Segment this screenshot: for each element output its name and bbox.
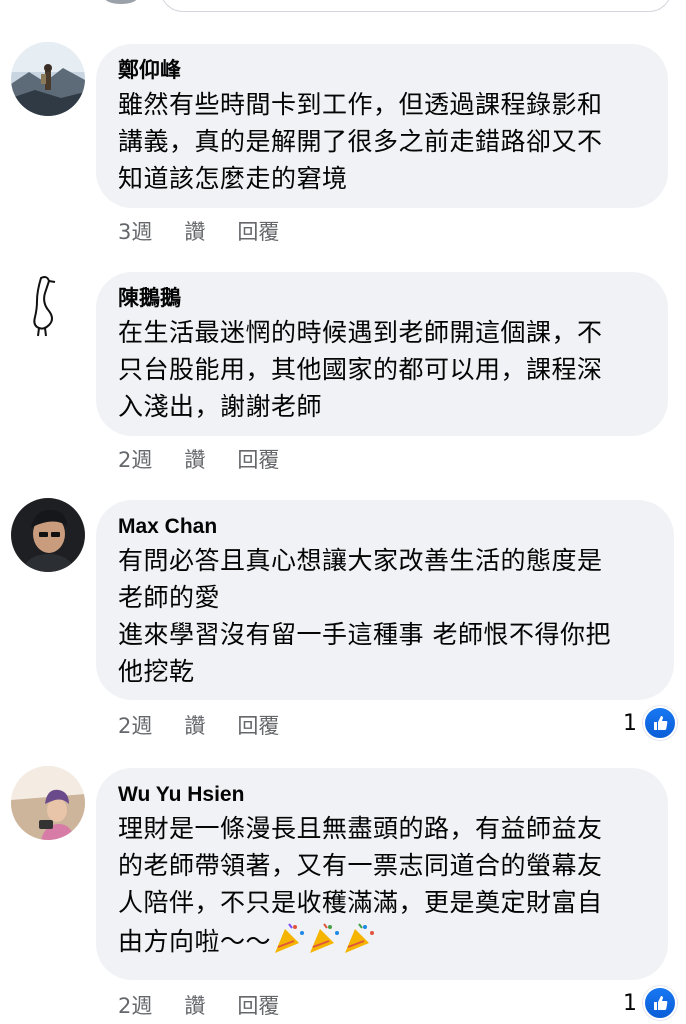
comment-actions: 2週 讚 回覆 [118,710,279,740]
comment-line: 的老師帶領著，又有一票志同道合的螢幕友 [118,851,603,880]
comment-input[interactable] [160,0,672,12]
party-popper-icon [273,921,377,965]
avatar[interactable] [11,270,85,344]
comment-bubble: 鄭仰峰 雖然有些時間卡到工作，但透過課程錄影和 講義，真的是解開了很多之前走錯路… [96,44,668,208]
reaction-count: 1 [623,710,637,736]
thumbs-up-icon [643,706,677,740]
avatar[interactable] [11,42,85,116]
reply-button[interactable]: 回覆 [237,710,279,740]
comment-text: 有問必答且真心想讓大家改善生活的態度是 老師的愛 進來學習沒有留一手這種事 老師… [118,542,652,690]
comment-line: 老師的愛 [118,583,221,612]
avatar[interactable] [11,498,85,572]
comment-line: 理財是一條漫長且無盡頭的路，有益師益友 [118,814,603,843]
goose-drawing-icon [11,270,85,344]
reply-button[interactable]: 回覆 [237,990,279,1020]
comment-line: 有問必答且真心想讓大家改善生活的態度是 [118,546,603,575]
comment-line: 入淺出，謝謝老師 [118,392,323,421]
comment-line: 只台股能用，其他國家的都可以用，課程深 [118,355,603,384]
like-button[interactable]: 讚 [184,710,205,740]
comment-timestamp[interactable]: 2週 [118,990,152,1020]
comment-author[interactable]: Wu Yu Hsien [118,780,646,810]
comment-line: 由方向啦～～ [118,927,272,956]
comment-timestamp[interactable]: 3週 [118,216,152,246]
comment-author[interactable]: Max Chan [118,512,652,542]
like-button[interactable]: 讚 [184,990,205,1020]
comment-actions: 2週 讚 回覆 [118,444,279,474]
girl-photo-icon [11,766,85,840]
reaction-count: 1 [623,990,637,1016]
comment-bubble: 陳鵝鵝 在生活最迷惘的時候遇到老師開這個課，不 只台股能用，其他國家的都可以用，… [96,272,668,436]
comment-text: 理財是一條漫長且無盡頭的路，有益師益友 的老師帶領著，又有一票志同道合的螢幕友 … [118,810,646,965]
like-button[interactable]: 讚 [184,216,205,246]
comment-text: 雖然有些時間卡到工作，但透過課程錄影和 講義，真的是解開了很多之前走錯路卻又不 … [118,86,646,197]
reply-button[interactable]: 回覆 [237,444,279,474]
comment-line: 講義，真的是解開了很多之前走錯路卻又不 [118,127,603,156]
comment-bubble: Max Chan 有問必答且真心想讓大家改善生活的態度是 老師的愛 進來學習沒有… [96,500,674,700]
thumbs-up-icon [643,986,677,1020]
comment-line: 知道該怎麼走的窘境 [118,164,348,193]
reply-button[interactable]: 回覆 [237,216,279,246]
reaction-summary[interactable]: 1 [623,706,677,740]
current-user-avatar [104,0,138,4]
avatar[interactable] [11,766,85,840]
comment-line: 在生活最迷惘的時候遇到老師開這個課，不 [118,318,603,347]
reaction-summary[interactable]: 1 [623,986,677,1020]
man-photo-icon [11,498,85,572]
mountain-photo-icon [11,42,85,116]
comment-actions: 3週 讚 回覆 [118,216,279,246]
comment-timestamp[interactable]: 2週 [118,444,152,474]
comment-line: 雖然有些時間卡到工作，但透過課程錄影和 [118,90,603,119]
comment-line: 人陪伴，不只是收穫滿滿，更是奠定財富自 [118,888,603,917]
comment-text: 在生活最迷惘的時候遇到老師開這個課，不 只台股能用，其他國家的都可以用，課程深 … [118,314,646,425]
comment-bubble: Wu Yu Hsien 理財是一條漫長且無盡頭的路，有益師益友 的老師帶領著，又… [96,768,668,980]
comment-author[interactable]: 鄭仰峰 [118,56,646,86]
comment-author[interactable]: 陳鵝鵝 [118,284,646,314]
comment-actions: 2週 讚 回覆 [118,990,279,1020]
comment-line: 進來學習沒有留一手這種事 老師恨不得你把 [118,620,611,649]
comment-timestamp[interactable]: 2週 [118,710,152,740]
comment-line: 他挖乾 [118,657,195,686]
like-button[interactable]: 讚 [184,444,205,474]
